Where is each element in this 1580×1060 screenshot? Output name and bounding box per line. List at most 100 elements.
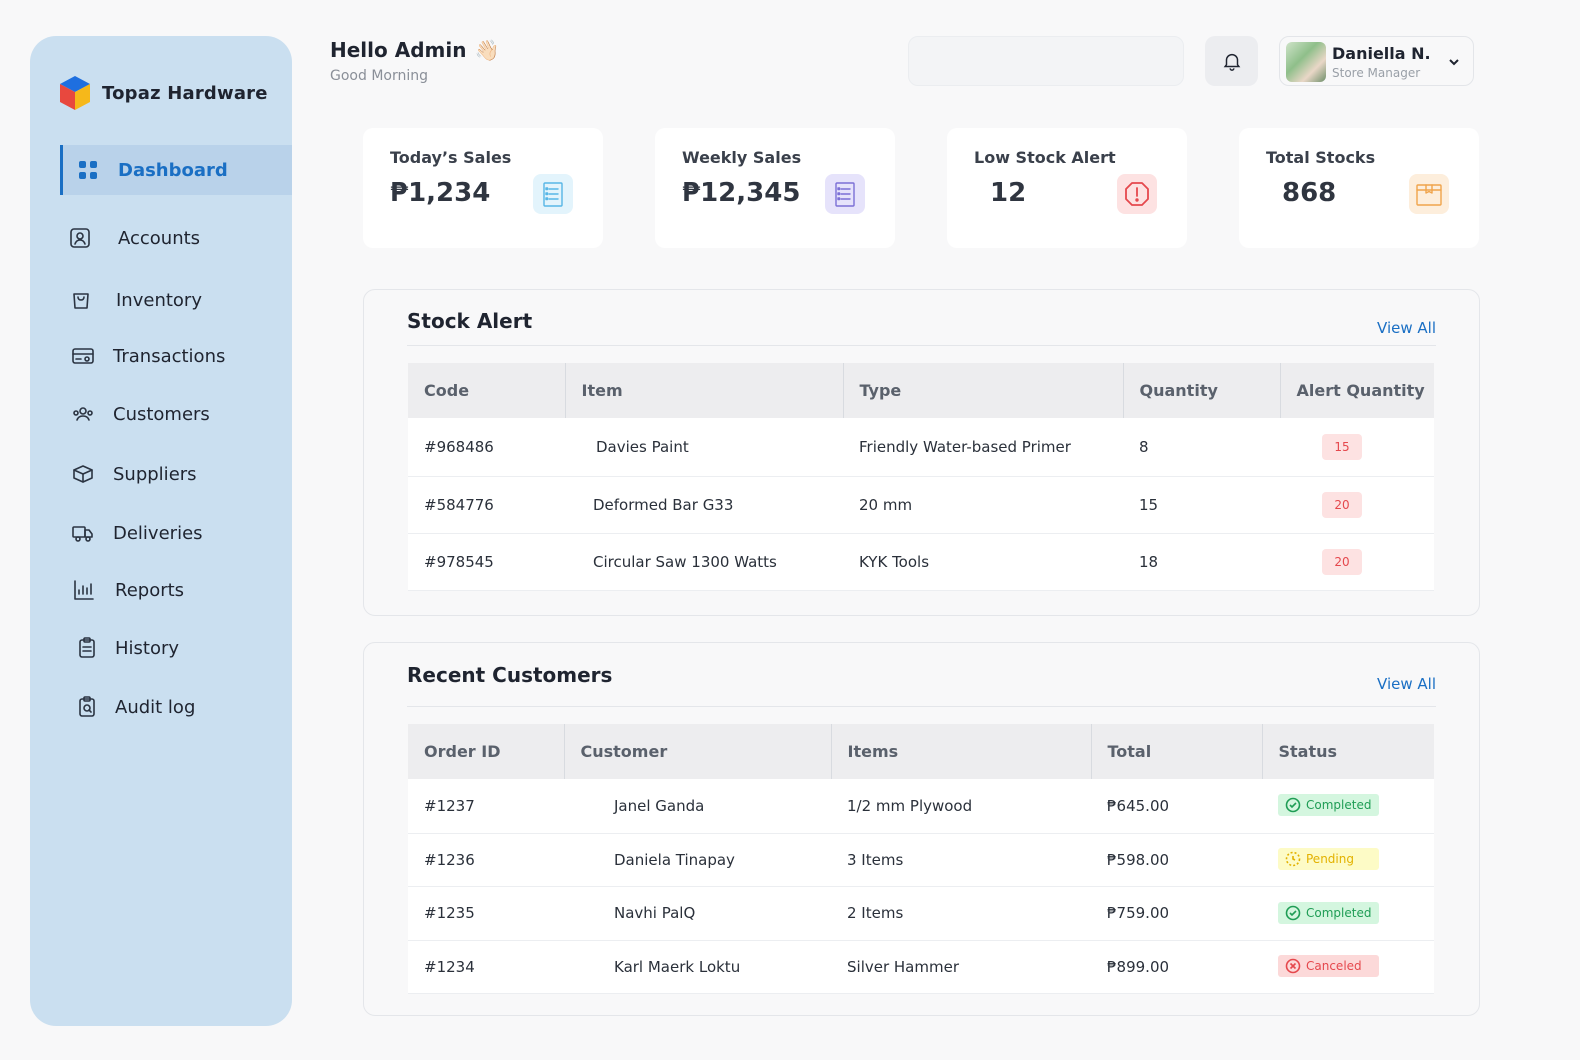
alert-badge: 20: [1322, 491, 1362, 518]
panel-title: Stock Alert: [407, 309, 533, 333]
table-header: Order ID Customer Items Total Status: [408, 724, 1434, 779]
cell-order-id: #1235: [408, 886, 564, 941]
x-circle-icon: [1285, 958, 1301, 974]
stat-card-low-stock-alert: Low Stock Alert 12: [947, 128, 1187, 248]
cell-order-id: #1236: [408, 833, 564, 887]
sidebar-item-dashboard[interactable]: Dashboard: [60, 145, 292, 195]
sidebar-item-accounts[interactable]: Accounts: [30, 213, 292, 263]
clipboard-icon: [74, 635, 100, 661]
brand-name: Topaz Hardware: [102, 82, 268, 104]
cell-order-id: #1237: [408, 779, 564, 834]
cell-customer: Janel Ganda: [564, 779, 831, 834]
cell-order-id: #1234: [408, 940, 564, 994]
table-row[interactable]: #968486 Davies Paint Friendly Water-base…: [408, 418, 1434, 477]
stock-alert-view-all-link[interactable]: View All: [1377, 319, 1436, 337]
cell-items: 1/2 mm Plywood: [831, 779, 1091, 834]
user-role: Store Manager: [1332, 66, 1421, 80]
column-header[interactable]: Status: [1262, 724, 1434, 779]
bell-icon: [1223, 53, 1240, 71]
audit-icon: [74, 694, 100, 720]
column-header[interactable]: Order ID: [408, 724, 565, 779]
table-row[interactable]: #1237 Janel Ganda 1/2 mm Plywood ₱645.00…: [408, 779, 1434, 834]
column-header[interactable]: Code: [408, 363, 566, 418]
stat-label: Low Stock Alert: [974, 148, 1116, 167]
panel-title: Recent Customers: [407, 663, 613, 687]
table-row[interactable]: #1234 Karl Maerk Loktu Silver Hammer ₱89…: [408, 940, 1434, 994]
cell-customer: Navhi PalQ: [564, 886, 831, 941]
cell-alert-quantity: 20: [1280, 533, 1434, 591]
cell-type: KYK Tools: [843, 533, 1123, 591]
sidebar-item-history[interactable]: History: [30, 623, 292, 673]
column-header[interactable]: Total: [1091, 724, 1263, 779]
column-header[interactable]: Alert Quantity: [1280, 363, 1434, 418]
alert-badge: 20: [1322, 548, 1362, 575]
cell-status: Pending: [1262, 833, 1434, 887]
stat-card-total-stocks: Total Stocks 868: [1239, 128, 1479, 248]
greeting-subtitle: Good Morning: [330, 68, 428, 84]
sidebar-item-suppliers[interactable]: Suppliers: [30, 449, 292, 499]
sidebar-item-reports[interactable]: Reports: [30, 565, 292, 615]
stat-label: Total Stocks: [1266, 148, 1376, 167]
sidebar: Topaz Hardware Dashboard Accounts Invent…: [30, 36, 292, 1026]
status-label: Pending: [1306, 852, 1354, 866]
truck-icon: [70, 520, 96, 546]
bag-icon: [68, 287, 94, 313]
column-header[interactable]: Items: [831, 724, 1092, 779]
cell-type: Friendly Water-based Primer: [843, 418, 1123, 477]
table-row[interactable]: #584776 Deformed Bar G33 20 mm 15 20: [408, 476, 1434, 534]
divider: [407, 706, 1436, 707]
sidebar-item-inventory[interactable]: Inventory: [30, 275, 292, 325]
customers-icon: [70, 401, 96, 427]
sidebar-item-customers[interactable]: Customers: [30, 389, 292, 439]
sidebar-item-transactions[interactable]: Transactions: [30, 331, 292, 381]
table-row[interactable]: #978545 Circular Saw 1300 Watts KYK Tool…: [408, 533, 1434, 591]
sidebar-item-label: Dashboard: [118, 159, 228, 181]
sidebar-item-audit-log[interactable]: Audit log: [30, 682, 292, 732]
sidebar-item-label: Transactions: [113, 345, 226, 367]
stat-value: 868: [1282, 178, 1337, 208]
stat-card-weekly-sales: Weekly Sales ₱12,345: [655, 128, 895, 248]
cell-status: Canceled: [1262, 940, 1434, 994]
cube-logo-icon: [60, 76, 90, 110]
stat-label: Today’s Sales: [390, 148, 512, 167]
status-label: Completed: [1306, 905, 1372, 920]
column-header[interactable]: Type: [843, 363, 1124, 418]
cell-code: #968486: [408, 418, 565, 477]
column-header[interactable]: Item: [565, 363, 844, 418]
sidebar-item-label: Inventory: [116, 289, 202, 311]
cell-code: #584776: [408, 476, 565, 534]
stat-value: ₱1,234: [390, 178, 491, 208]
table-row[interactable]: #1236 Daniela Tinapay 3 Items ₱598.00 Pe…: [408, 833, 1434, 887]
cell-total: ₱645.00: [1091, 779, 1262, 834]
table-row[interactable]: #1235 Navhi PalQ 2 Items ₱759.00 Complet…: [408, 886, 1434, 941]
receipt-icon: [533, 174, 573, 214]
cell-quantity: 18: [1123, 533, 1280, 591]
cell-items: 2 Items: [831, 886, 1091, 941]
stat-value: 12: [990, 178, 1027, 208]
package-icon: [1409, 174, 1449, 214]
column-header[interactable]: Quantity: [1123, 363, 1281, 418]
stat-value: ₱12,345: [682, 178, 801, 208]
cell-code: #978545: [408, 533, 565, 591]
check-circle-icon: [1285, 797, 1301, 813]
cell-items: 3 Items: [831, 833, 1091, 887]
column-header[interactable]: Customer: [564, 724, 832, 779]
sidebar-item-deliveries[interactable]: Deliveries: [30, 508, 292, 558]
recent-customers-view-all-link[interactable]: View All: [1377, 675, 1436, 693]
recent-customers-table: Order ID Customer Items Total Status #12…: [408, 724, 1434, 994]
search-input[interactable]: [908, 36, 1184, 86]
chart-icon: [71, 577, 97, 603]
alert-badge: 15: [1322, 433, 1362, 460]
brand[interactable]: Topaz Hardware: [58, 74, 268, 112]
greeting-title: Hello Admin 👋🏻: [330, 38, 499, 62]
notifications-button[interactable]: [1205, 36, 1258, 86]
status-badge: Pending: [1278, 848, 1379, 870]
clock-pending-icon: [1285, 851, 1301, 867]
user-icon: [67, 225, 93, 251]
status-badge: Canceled: [1278, 955, 1379, 977]
greeting: Hello Admin 👋🏻 Good Morning: [330, 38, 499, 84]
cell-total: ₱899.00: [1091, 940, 1262, 994]
user-menu[interactable]: Daniella N. Store Manager: [1279, 36, 1474, 86]
status-label: Completed: [1306, 798, 1372, 813]
divider: [407, 345, 1436, 346]
